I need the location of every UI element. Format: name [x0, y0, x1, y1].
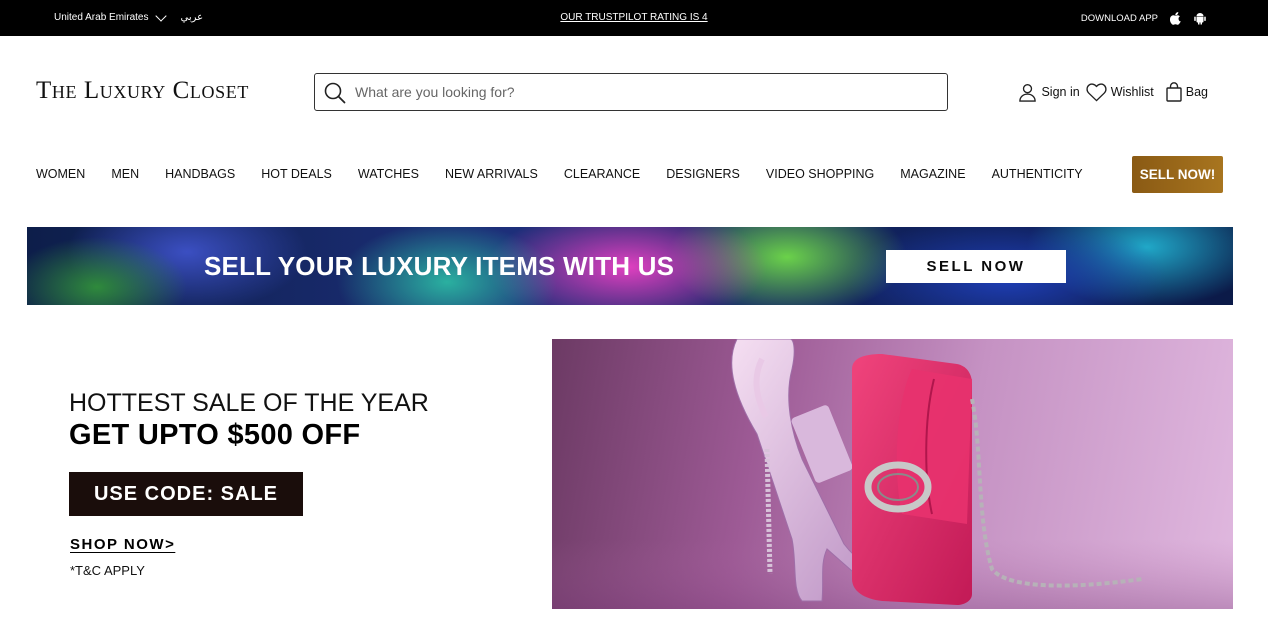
nav-item-designers[interactable]: DESIGNERS [666, 167, 740, 181]
sell-banner[interactable]: SELL YOUR LUXURY ITEMS WITH US SELL NOW [27, 227, 1233, 305]
sign-in-label[interactable]: Sign in [1041, 85, 1079, 99]
android-icon[interactable] [1194, 12, 1206, 25]
download-app-label: DOWNLOAD APP [1080, 13, 1158, 24]
search-bar[interactable] [314, 73, 948, 111]
shopping-bag-icon[interactable] [1166, 82, 1182, 102]
promo-code-badge: USE CODE: SALE [69, 472, 303, 516]
terms-note: *T&C APPLY [70, 563, 145, 578]
account-links: Sign in Wishlist Bag [1018, 82, 1208, 102]
hero-product-image[interactable] [552, 339, 1233, 609]
search-input[interactable] [355, 81, 915, 103]
sell-now-button[interactable]: SELL NOW! [1132, 156, 1223, 193]
nav-item-men[interactable]: MEN [111, 167, 139, 181]
wishlist-label[interactable]: Wishlist [1111, 85, 1154, 99]
promo-offer: GET UPTO $500 OFF [69, 419, 361, 451]
heart-icon[interactable] [1086, 82, 1107, 102]
wishlist-link[interactable]: Wishlist [1086, 82, 1154, 102]
bag-link[interactable]: Bag [1166, 82, 1208, 102]
site-logo[interactable]: The Luxury Closet [36, 77, 249, 105]
hero-illustration [552, 339, 1233, 609]
nav-item-clearance[interactable]: CLEARANCE [564, 167, 640, 181]
sell-banner-text: SELL YOUR LUXURY ITEMS WITH US [204, 251, 675, 281]
download-app: DOWNLOAD APP [1081, 12, 1206, 25]
trustpilot-banner: OUR TRUSTPILOT RATING IS 4 [0, 12, 1268, 23]
nav-item-magazine[interactable]: MAGAZINE [900, 167, 965, 181]
top-bar: United Arab Emirates عربي OUR TRUSTPILOT… [0, 0, 1268, 36]
nav-item-handbags[interactable]: HANDBAGS [165, 167, 235, 181]
nav-item-video-shopping[interactable]: VIDEO SHOPPING [766, 167, 874, 181]
trustpilot-link[interactable]: OUR TRUSTPILOT RATING IS 4 [560, 12, 707, 23]
sell-banner-button[interactable]: SELL NOW [886, 250, 1066, 283]
nav-item-new-arrivals[interactable]: NEW ARRIVALS [445, 167, 538, 181]
nav-item-hot-deals[interactable]: HOT DEALS [261, 167, 332, 181]
nav-item-watches[interactable]: WATCHES [358, 167, 419, 181]
sign-in-link[interactable]: Sign in [1018, 83, 1080, 102]
promo-headline: HOTTEST SALE OF THE YEAR [69, 389, 429, 417]
apple-icon[interactable] [1170, 12, 1182, 25]
shop-now-link[interactable]: SHOP NOW> [70, 536, 175, 553]
nav-item-authenticity[interactable]: AUTHENTICITY [992, 167, 1083, 181]
search-icon[interactable] [324, 82, 346, 104]
user-icon[interactable] [1018, 83, 1037, 102]
bag-label[interactable]: Bag [1186, 85, 1208, 99]
nav-item-women[interactable]: WOMEN [36, 167, 85, 181]
main-nav: WOMEN MEN HANDBAGS HOT DEALS WATCHES NEW… [36, 167, 1109, 181]
